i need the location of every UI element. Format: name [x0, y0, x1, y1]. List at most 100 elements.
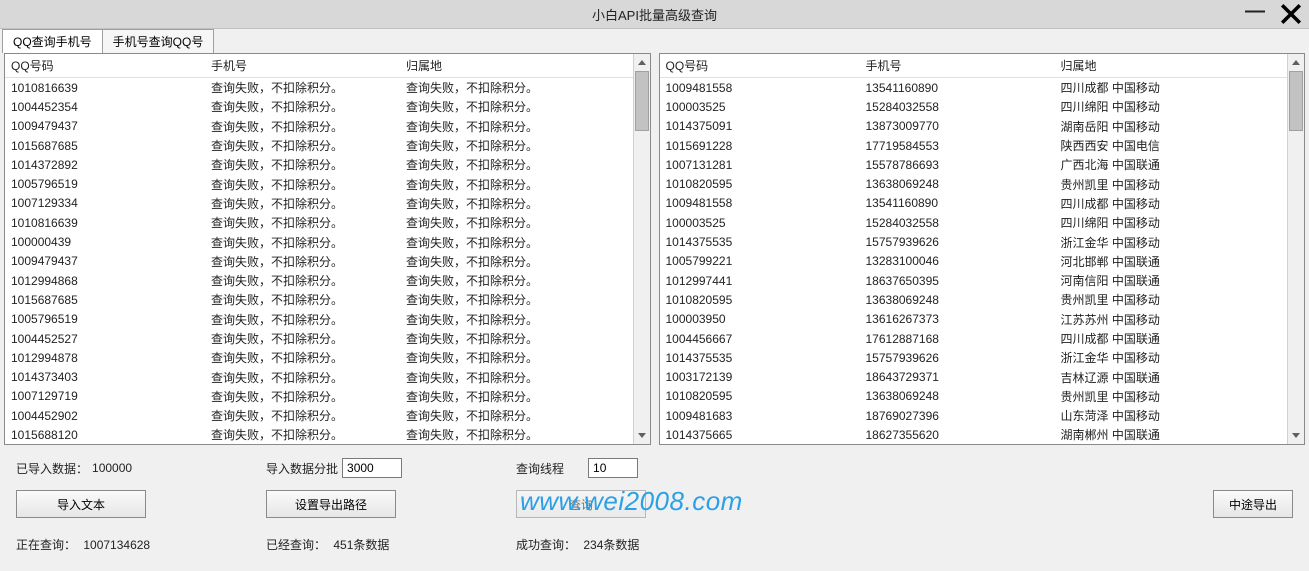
table-row[interactable]: 101082059513638069248贵州凯里 中国移动 — [660, 290, 1288, 309]
chevron-down-icon — [638, 433, 646, 438]
left-scrollbar[interactable] — [633, 54, 650, 444]
table-row[interactable]: 1004452527查询失败，不扣除积分。查询失败，不扣除积分。 — [5, 329, 633, 348]
scroll-up-button[interactable] — [1288, 54, 1304, 71]
col-header-qq[interactable]: QQ号码 — [660, 54, 860, 78]
left-panel: QQ号码 手机号 归属地 1010816639查询失败，不扣除积分。查询失败，不… — [4, 53, 651, 445]
table-row[interactable]: 10000395013616267373江苏苏州 中国移动 — [660, 310, 1288, 329]
table-row[interactable]: 1012994878查询失败，不扣除积分。查询失败，不扣除积分。 — [5, 348, 633, 367]
table-row[interactable]: 1015687685查询失败，不扣除积分。查询失败，不扣除积分。 — [5, 136, 633, 155]
table-row[interactable]: 10000352515284032558四川绵阳 中国移动 — [660, 213, 1288, 232]
left-header-row[interactable]: QQ号码 手机号 归属地 — [5, 54, 633, 78]
scroll-thumb[interactable] — [635, 71, 649, 131]
cell-phone: 18769027396 — [860, 408, 1055, 424]
scroll-track[interactable] — [1288, 71, 1304, 427]
table-row[interactable]: 1010816639查询失败，不扣除积分。查询失败，不扣除积分。 — [5, 213, 633, 232]
cell-loc: 查询失败，不扣除积分。 — [400, 213, 633, 232]
table-row[interactable]: 100579922113283100046河北邯郸 中国联通 — [660, 252, 1288, 271]
table-row[interactable]: 1004452354查询失败，不扣除积分。查询失败，不扣除积分。 — [5, 97, 633, 116]
import-button[interactable]: 导入文本 — [16, 490, 146, 518]
titlebar[interactable]: 小白API批量高级查询 — — [0, 0, 1309, 28]
tab-phone-to-qq[interactable]: 手机号查询QQ号 — [102, 29, 215, 53]
cell-loc: 山东菏泽 中国移动 — [1055, 406, 1288, 425]
cell-qq: 1007131281 — [660, 157, 860, 173]
table-row[interactable]: 10000352515284032558四川绵阳 中国移动 — [660, 97, 1288, 116]
thread-input[interactable] — [588, 458, 638, 478]
table-row[interactable]: 1007129719查询失败，不扣除积分。查询失败，不扣除积分。 — [5, 387, 633, 406]
cell-phone: 查询失败，不扣除积分。 — [205, 329, 400, 348]
cell-qq: 1014375535 — [660, 350, 860, 366]
table-row[interactable]: 101299744118637650395河南信阳 中国联通 — [660, 271, 1288, 290]
minimize-button[interactable]: — — [1237, 0, 1273, 28]
scroll-track[interactable] — [634, 71, 650, 427]
col-header-loc[interactable]: 归属地 — [1055, 54, 1288, 78]
cell-loc: 查询失败，不扣除积分。 — [400, 117, 633, 136]
right-scrollbar[interactable] — [1287, 54, 1304, 444]
table-row[interactable]: 100317213918643729371吉林辽源 中国联通 — [660, 367, 1288, 386]
scroll-down-button[interactable] — [1288, 427, 1304, 444]
cell-phone: 13873009770 — [860, 118, 1055, 134]
cell-qq: 1009481558 — [660, 80, 860, 96]
table-row[interactable]: 1009479437查询失败，不扣除积分。查询失败，不扣除积分。 — [5, 117, 633, 136]
table-row[interactable]: 100948155813541160890四川成都 中国移动 — [660, 78, 1288, 97]
tab-qq-to-phone[interactable]: QQ查询手机号 — [2, 29, 103, 53]
table-row[interactable]: 100000439查询失败，不扣除积分。查询失败，不扣除积分。 — [5, 232, 633, 251]
table-row[interactable]: 100445666717612887168四川成都 中国联通 — [660, 329, 1288, 348]
cell-phone: 15578786693 — [860, 157, 1055, 173]
scroll-up-button[interactable] — [634, 54, 650, 71]
cell-loc: 查询失败，不扣除积分。 — [400, 78, 633, 97]
table-row[interactable]: 1015687685查询失败，不扣除积分。查询失败，不扣除积分。 — [5, 290, 633, 309]
cell-qq: 1014375535 — [660, 234, 860, 250]
table-row[interactable]: 1005796519查询失败，不扣除积分。查询失败，不扣除积分。 — [5, 310, 633, 329]
scroll-down-button[interactable] — [634, 427, 650, 444]
cell-qq: 100003950 — [660, 311, 860, 327]
cell-loc: 查询失败，不扣除积分。 — [400, 175, 633, 194]
table-row[interactable]: 101569122817719584553陕西西安 中国电信 — [660, 136, 1288, 155]
cell-loc: 查询失败，不扣除积分。 — [400, 348, 633, 367]
table-row[interactable]: 101437566518627355620湖南郴州 中国联通 — [660, 425, 1288, 444]
table-row[interactable]: 101082059513638069248贵州凯里 中国移动 — [660, 174, 1288, 193]
cell-phone: 17612887168 — [860, 331, 1055, 347]
batch-input[interactable] — [342, 458, 402, 478]
table-row[interactable]: 1004452902查询失败，不扣除积分。查询失败，不扣除积分。 — [5, 406, 633, 425]
table-row[interactable]: 1015688120查询失败，不扣除积分。查询失败，不扣除积分。 — [5, 425, 633, 444]
cell-phone: 查询失败，不扣除积分。 — [205, 348, 400, 367]
scroll-thumb[interactable] — [1289, 71, 1303, 131]
cell-qq: 1010820595 — [660, 388, 860, 404]
table-row[interactable]: 1014372892查询失败，不扣除积分。查询失败，不扣除积分。 — [5, 155, 633, 174]
cell-loc: 浙江金华 中国移动 — [1055, 348, 1288, 367]
table-row[interactable]: 100948168318769027396山东菏泽 中国移动 — [660, 406, 1288, 425]
cell-loc: 查询失败，不扣除积分。 — [400, 252, 633, 271]
col-header-phone[interactable]: 手机号 — [860, 54, 1055, 78]
cell-qq: 1007129719 — [5, 388, 205, 404]
col-header-qq[interactable]: QQ号码 — [5, 54, 205, 78]
close-icon — [1280, 3, 1302, 25]
cell-qq: 1004452902 — [5, 408, 205, 424]
table-row[interactable]: 101437553515757939626浙江金华 中国移动 — [660, 348, 1288, 367]
table-row[interactable]: 1010816639查询失败，不扣除积分。查询失败，不扣除积分。 — [5, 78, 633, 97]
cell-qq: 100000439 — [5, 234, 205, 250]
table-row[interactable]: 1005796519查询失败，不扣除积分。查询失败，不扣除积分。 — [5, 174, 633, 193]
table-row[interactable]: 101437553515757939626浙江金华 中国移动 — [660, 232, 1288, 251]
col-header-phone[interactable]: 手机号 — [205, 54, 400, 78]
cell-qq: 1014373403 — [5, 369, 205, 385]
cell-qq: 1010820595 — [660, 292, 860, 308]
cell-qq: 1004452354 — [5, 99, 205, 115]
table-row[interactable]: 1014373403查询失败，不扣除积分。查询失败，不扣除积分。 — [5, 367, 633, 386]
table-row[interactable]: 1009479437查询失败，不扣除积分。查询失败，不扣除积分。 — [5, 252, 633, 271]
export-path-button[interactable]: 设置导出路径 — [266, 490, 396, 518]
stop-export-button[interactable]: 中途导出 — [1213, 490, 1293, 518]
table-row[interactable]: 100713128115578786693广西北海 中国联通 — [660, 155, 1288, 174]
table-row[interactable]: 101437509113873009770湖南岳阳 中国移动 — [660, 117, 1288, 136]
query-button[interactable]: 查询 — [516, 490, 646, 518]
right-header-row[interactable]: QQ号码 手机号 归属地 — [660, 54, 1288, 78]
table-row[interactable]: 100948155813541160890四川成都 中国移动 — [660, 194, 1288, 213]
table-row[interactable]: 1012994868查询失败，不扣除积分。查询失败，不扣除积分。 — [5, 271, 633, 290]
close-button[interactable] — [1273, 0, 1309, 28]
cell-loc: 查询失败，不扣除积分。 — [400, 290, 633, 309]
table-row[interactable]: 1007129334查询失败，不扣除积分。查询失败，不扣除积分。 — [5, 194, 633, 213]
col-header-loc[interactable]: 归属地 — [400, 54, 633, 78]
table-row[interactable]: 101082059513638069248贵州凯里 中国移动 — [660, 387, 1288, 406]
cell-qq: 1015687685 — [5, 292, 205, 308]
cell-loc: 查询失败，不扣除积分。 — [400, 310, 633, 329]
cell-phone: 查询失败，不扣除积分。 — [205, 310, 400, 329]
